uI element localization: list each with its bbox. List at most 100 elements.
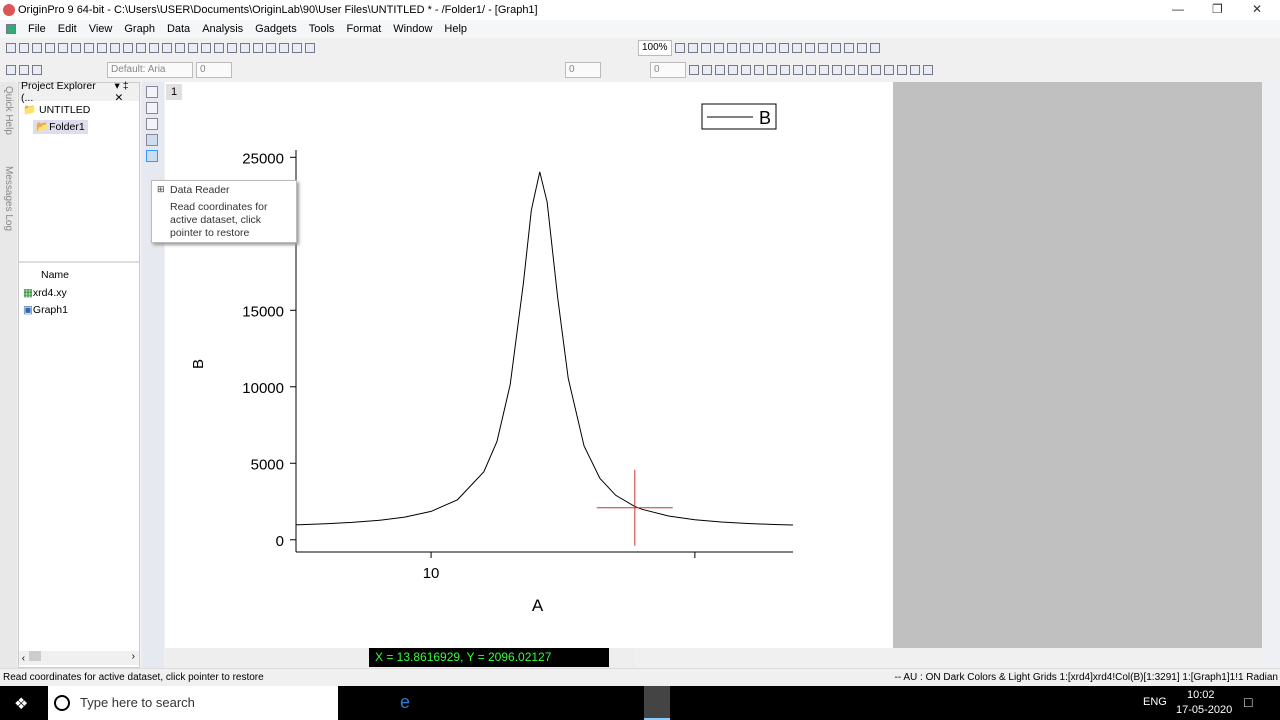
toolbar-button-icon[interactable] — [6, 65, 16, 75]
toolbar-button-icon[interactable] — [32, 65, 42, 75]
toolbar-button-icon[interactable] — [791, 43, 802, 53]
font-size-combo[interactable]: 0 — [196, 62, 232, 78]
toolbar-button-icon[interactable] — [780, 65, 790, 75]
zoom-out-tool[interactable] — [146, 118, 158, 130]
menu-tools[interactable]: Tools — [309, 23, 335, 35]
toolbar-button-icon[interactable] — [910, 65, 920, 75]
toolbar-button-icon[interactable] — [869, 43, 880, 53]
minimize-button[interactable]: — — [1172, 2, 1184, 16]
toolbar-button-icon[interactable] — [240, 43, 250, 53]
toolbar-button-icon[interactable] — [19, 43, 29, 53]
toolbar-button-icon[interactable] — [214, 43, 224, 53]
toolbar-button-icon[interactable] — [856, 43, 867, 53]
windows-start-icon[interactable]: ❖ — [14, 694, 28, 714]
toolbar-button-icon[interactable] — [793, 65, 803, 75]
font-combo[interactable]: Default: Aria — [107, 62, 193, 78]
toolbar-button-icon[interactable] — [830, 43, 841, 53]
toolbar-button-icon[interactable] — [752, 43, 763, 53]
toolbar-button-icon[interactable] — [806, 65, 816, 75]
toolbar-button-icon[interactable] — [58, 43, 68, 53]
toolbar-button-icon[interactable] — [674, 43, 685, 53]
toolbar-button-icon[interactable] — [292, 43, 302, 53]
clock-date[interactable]: 17-05-2020 — [1176, 704, 1232, 716]
toolbar-button-icon[interactable] — [689, 65, 699, 75]
menu-view[interactable]: View — [89, 23, 113, 35]
toolbar-button-icon[interactable] — [45, 43, 55, 53]
menu-graph[interactable]: Graph — [124, 23, 155, 35]
toolbar-button-icon[interactable] — [32, 43, 42, 53]
toolbar-button-icon[interactable] — [739, 43, 750, 53]
menu-gadgets[interactable]: Gadgets — [255, 23, 297, 35]
toolbar-button-icon[interactable] — [871, 65, 881, 75]
menu-window[interactable]: Window — [393, 23, 432, 35]
toolbar-button-icon[interactable] — [279, 43, 289, 53]
clock-time[interactable]: 10:02 — [1187, 689, 1215, 701]
line-width-combo[interactable]: 0 — [565, 62, 601, 78]
toolbar-button-icon[interactable] — [97, 43, 107, 53]
toolbar-button-icon[interactable] — [201, 43, 211, 53]
toolbar-button-icon[interactable] — [897, 65, 907, 75]
graph-page[interactable]: 10 0 5000 10000 15000 25000 A B B — [165, 82, 893, 648]
toolbar-button-icon[interactable] — [884, 65, 894, 75]
messages-log-tab[interactable]: Messages Log — [3, 166, 14, 231]
tree-folder1[interactable]: 📂Folder1 — [19, 118, 139, 135]
toolbar-button-icon[interactable] — [162, 43, 172, 53]
toolbar-button-icon[interactable] — [804, 43, 815, 53]
quick-help-tab[interactable]: Quick Help — [3, 86, 14, 135]
toolbar-button-icon[interactable] — [778, 43, 789, 53]
toolbar-button-icon[interactable] — [253, 43, 263, 53]
list-item[interactable]: ▣Graph1 — [19, 302, 72, 318]
toolbar-button-icon[interactable] — [110, 43, 120, 53]
toolbar-button-icon[interactable] — [817, 43, 828, 53]
toolbar-button-icon[interactable] — [819, 65, 829, 75]
language-indicator[interactable]: ENG — [1143, 696, 1167, 708]
toolbar-button-icon[interactable] — [266, 43, 276, 53]
restore-button[interactable]: ❐ — [1212, 2, 1223, 16]
layer-number[interactable]: 1 — [166, 84, 182, 100]
toolbar-button-icon[interactable] — [832, 65, 842, 75]
toolbar-button-icon[interactable] — [123, 43, 133, 53]
origin-taskbar-button[interactable] — [644, 686, 670, 720]
close-button[interactable]: ✕ — [1252, 2, 1262, 16]
toolbar-button-icon[interactable] — [84, 43, 94, 53]
toolbar-button-icon[interactable] — [858, 65, 868, 75]
menu-analysis[interactable]: Analysis — [202, 23, 243, 35]
zoom-in-tool[interactable] — [146, 102, 158, 114]
toolbar-button-icon[interactable] — [741, 65, 751, 75]
toolbar-button-icon[interactable] — [136, 43, 146, 53]
list-item[interactable]: ▦xrd4.xy — [19, 285, 71, 301]
toolbar-button-icon[interactable] — [702, 65, 712, 75]
toolbar-button-icon[interactable] — [726, 43, 737, 53]
menu-format[interactable]: Format — [346, 23, 381, 35]
notifications-icon[interactable]: □ — [1244, 694, 1252, 710]
toolbar-button-icon[interactable] — [843, 43, 854, 53]
edge-icon[interactable]: e — [400, 692, 410, 713]
pointer-tool[interactable] — [146, 86, 158, 98]
menu-edit[interactable]: Edit — [58, 23, 77, 35]
toolbar-button-icon[interactable] — [71, 43, 81, 53]
toolbar-button-icon[interactable] — [149, 43, 159, 53]
toolbar-button-icon[interactable] — [845, 65, 855, 75]
toolbar-button-icon[interactable] — [923, 65, 933, 75]
zoom-combo[interactable]: 100% — [638, 40, 672, 56]
toolbar-button-icon[interactable] — [19, 65, 29, 75]
data-reader-tool[interactable] — [146, 150, 158, 162]
horizontal-scrollbar[interactable]: ‹ › — [19, 651, 139, 665]
chart[interactable]: 10 0 5000 10000 15000 25000 A B B — [165, 82, 893, 648]
toolbar-button-icon[interactable] — [728, 65, 738, 75]
screen-reader-tool[interactable] — [146, 134, 158, 146]
toolbar-button-icon[interactable] — [765, 43, 776, 53]
toolbar-button-icon[interactable] — [767, 65, 777, 75]
size-combo[interactable]: 0 — [650, 62, 686, 78]
toolbar-button-icon[interactable] — [713, 43, 724, 53]
toolbar-button-icon[interactable] — [754, 65, 764, 75]
toolbar-button-icon[interactable] — [715, 65, 725, 75]
taskbar-search[interactable]: Type here to search — [48, 686, 338, 720]
toolbar-button-icon[interactable] — [175, 43, 185, 53]
toolbar-button-icon[interactable] — [227, 43, 237, 53]
toolbar-button-icon[interactable] — [700, 43, 711, 53]
toolbar-button-icon[interactable] — [6, 43, 16, 53]
toolbar-button-icon[interactable] — [687, 43, 698, 53]
menu-data[interactable]: Data — [167, 23, 190, 35]
toolbar-button-icon[interactable] — [305, 43, 315, 53]
